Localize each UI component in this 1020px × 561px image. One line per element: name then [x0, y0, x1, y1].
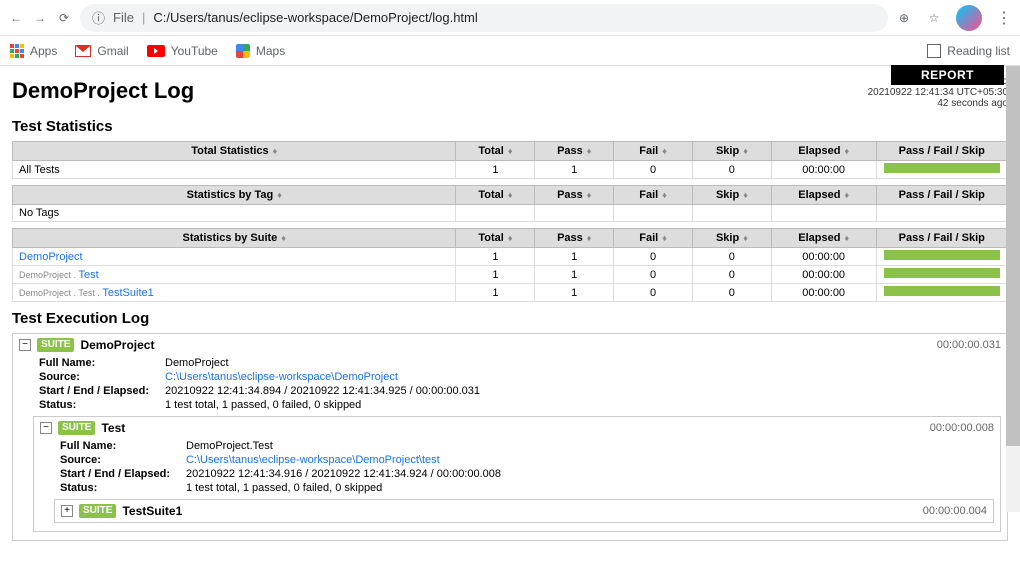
table-row: DemoProject . Test110000:00:00: [13, 266, 1008, 284]
search-icon[interactable]: ⊕: [896, 10, 912, 26]
col-elapsed[interactable]: Elapsed♦: [771, 142, 876, 161]
total-statistics-table: Total Statistics♦ Total♦ Pass♦ Fail♦ Ski…: [12, 141, 1008, 179]
suite-link[interactable]: Test: [79, 269, 99, 281]
suite-test: − SUITE Test 00:00:00.008 Full Name:Demo…: [33, 416, 1001, 532]
tag-statistics-table: Statistics by Tag♦ Total♦ Pass♦ Fail♦ Sk…: [12, 185, 1008, 222]
file-label: File: [113, 10, 134, 25]
table-row: All Tests110000:00:00: [13, 161, 1008, 179]
reading-list-icon: [927, 44, 941, 58]
info-icon: ⓘ: [92, 8, 105, 27]
suite-badge: SUITE: [58, 421, 95, 435]
table-row: No Tags: [13, 205, 1008, 222]
col-total[interactable]: Total♦: [456, 142, 535, 161]
suite-time: 00:00:00.004: [923, 505, 987, 517]
source-link[interactable]: C:\Users\tanus\eclipse-workspace\DemoPro…: [165, 371, 398, 383]
suite-badge: SUITE: [79, 504, 116, 518]
star-icon[interactable]: ☆: [926, 10, 942, 26]
gmail-bookmark[interactable]: Gmail: [75, 44, 128, 58]
table-row: DemoProject110000:00:00: [13, 248, 1008, 266]
gmail-icon: [75, 45, 91, 57]
forward-icon[interactable]: →: [32, 10, 48, 26]
maps-bookmark[interactable]: Maps: [236, 44, 285, 58]
suite-name[interactable]: Test: [101, 421, 125, 435]
report-tab-button[interactable]: REPORT: [891, 65, 1004, 85]
maps-icon: [236, 44, 250, 58]
col-pfs: Pass / Fail / Skip: [876, 142, 1007, 161]
address-bar[interactable]: ⓘ File | C:/Users/tanus/eclipse-workspac…: [80, 4, 888, 32]
col-fail[interactable]: Fail♦: [614, 142, 693, 161]
reload-icon[interactable]: ⟳: [56, 10, 72, 26]
menu-icon[interactable]: ⋮: [996, 8, 1012, 28]
suite-name[interactable]: DemoProject: [80, 338, 154, 352]
profile-avatar[interactable]: [956, 5, 982, 31]
url-text: C:/Users/tanus/eclipse-workspace/DemoPro…: [153, 10, 477, 25]
col-stats-by-suite[interactable]: Statistics by Suite♦: [13, 229, 456, 248]
separator: |: [142, 10, 145, 25]
expand-toggle[interactable]: +: [61, 505, 73, 517]
col-total-stats[interactable]: Total Statistics♦: [13, 142, 456, 161]
col-pass[interactable]: Pass♦: [535, 142, 614, 161]
page-title: DemoProject Log: [12, 78, 194, 104]
back-icon[interactable]: ←: [8, 10, 24, 26]
vertical-scrollbar[interactable]: [1006, 66, 1020, 512]
reading-list[interactable]: Reading list: [927, 44, 1010, 58]
test-statistics-heading: Test Statistics: [12, 118, 1008, 135]
collapse-toggle[interactable]: −: [19, 339, 31, 351]
bookmark-bar: Apps Gmail YouTube Maps Reading list: [0, 36, 1020, 66]
apps-icon: [10, 44, 24, 58]
sort-icon: ♦: [273, 146, 278, 156]
table-row: DemoProject . Test . TestSuite1110000:00…: [13, 284, 1008, 302]
no-tags-cell: No Tags: [13, 205, 456, 222]
col-skip[interactable]: Skip♦: [692, 142, 771, 161]
browser-toolbar: ← → ⟳ ⓘ File | C:/Users/tanus/eclipse-wo…: [0, 0, 1020, 36]
suite-name[interactable]: TestSuite1: [122, 504, 182, 518]
suite-time: 00:00:00.008: [930, 422, 994, 434]
suite-statistics-table: Statistics by Suite♦ Total♦ Pass♦ Fail♦ …: [12, 228, 1008, 302]
youtube-bookmark[interactable]: YouTube: [147, 44, 218, 58]
suite-time: 00:00:00.031: [937, 339, 1001, 351]
suite-badge: SUITE: [37, 338, 74, 352]
youtube-icon: [147, 45, 165, 57]
suite-link[interactable]: TestSuite1: [102, 287, 153, 299]
collapse-toggle[interactable]: −: [40, 422, 52, 434]
col-stats-by-tag[interactable]: Statistics by Tag♦: [13, 186, 456, 205]
suite-testsuite1: + SUITE TestSuite1 00:00:00.004: [54, 499, 994, 523]
source-link[interactable]: C:\Users\tanus\eclipse-workspace\DemoPro…: [186, 454, 440, 466]
suite-demoproject: − SUITE DemoProject 00:00:00.031 Full Na…: [12, 333, 1008, 541]
apps-bookmark[interactable]: Apps: [10, 44, 57, 58]
suite-link[interactable]: DemoProject: [19, 251, 83, 263]
test-execution-log-heading: Test Execution Log: [12, 310, 1008, 327]
